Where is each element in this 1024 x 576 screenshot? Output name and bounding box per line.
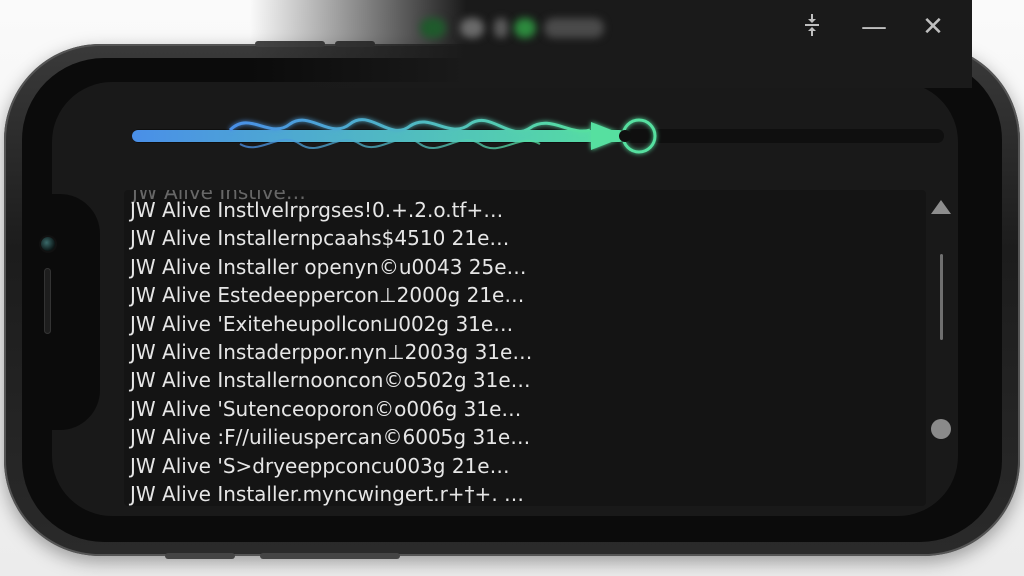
blurred-title-text — [544, 18, 604, 38]
scrollbar-thumb[interactable] — [931, 419, 951, 439]
pin-icon[interactable] — [795, 12, 829, 42]
close-button[interactable]: ✕ — [916, 12, 950, 42]
progress-knob-dot — [619, 130, 631, 142]
progress-wave — [228, 118, 591, 134]
blurred-title-icon — [514, 18, 536, 38]
speaker-grille — [44, 268, 51, 334]
blurred-title-icon — [494, 18, 508, 38]
log-line: JW Alive Installer.myncwingert.r+†+. … — [130, 482, 525, 506]
log-line: JW Alive Instaderppor.nyn⊥2003g 31e… — [130, 340, 533, 364]
progress-fill — [132, 130, 625, 142]
log-line: JW Alive Installer openyn©u0043 25e… — [130, 254, 527, 279]
blurred-title-icon — [420, 18, 446, 38]
blurred-title-icon — [460, 18, 484, 38]
scroll-up-arrow-icon[interactable] — [931, 200, 951, 214]
app-screenshot: — ✕ JW Alive Instlve… JW Alive Instlvelr… — [0, 0, 1024, 576]
log-line: JW Alive Instlvelrprgses!0.+.2.o.tf+… — [130, 198, 504, 222]
front-camera-icon — [41, 237, 55, 251]
scrollbar-track[interactable] — [940, 254, 943, 340]
log-line: JW Alive 'Sutenceoporon©o006g 31e… — [130, 396, 522, 421]
log-line: JW Alive 'Exiteheupollcon⊔002g 31e… — [130, 311, 514, 336]
log-line: JW Alive Installernpcaahs$4510 21e… — [130, 226, 510, 251]
minimize-button[interactable]: — — [857, 12, 891, 42]
install-progress-bar — [132, 118, 657, 154]
phone-notch — [26, 194, 100, 430]
log-output[interactable]: JW Alive Instlve… JW Alive Instlvelrprgs… — [124, 190, 926, 506]
log-line: JW Alive 'S>dryeeppconcu003g 21e… — [130, 453, 510, 478]
log-line: JW Alive Estedeeppercon⊥2000g 21e… — [130, 283, 525, 308]
side-button — [165, 553, 235, 559]
pin-icon-glyph — [805, 14, 819, 36]
side-button — [260, 553, 400, 559]
log-line: JW Alive :F//uilieuspercan©6005g 31e… — [130, 425, 531, 450]
log-line: JW Alive Installernooncon©o502g 31e… — [130, 368, 531, 393]
